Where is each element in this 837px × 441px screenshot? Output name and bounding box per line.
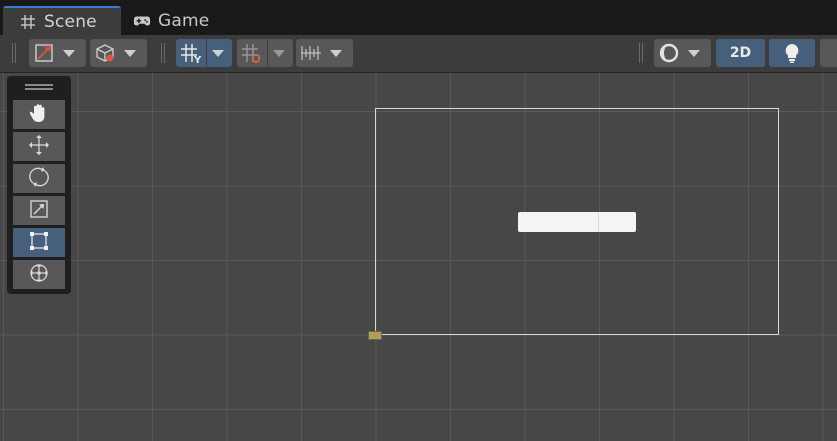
chevron-down-icon: [326, 39, 346, 67]
toolbar-grip-right[interactable]: [639, 43, 643, 63]
chevron-down-icon: [684, 39, 704, 67]
tab-game[interactable]: Game: [131, 6, 241, 35]
tab-game-label: Game: [158, 10, 210, 31]
ui-button-element[interactable]: [518, 212, 636, 232]
move-arrows-icon: [27, 133, 51, 161]
tab-bar: Scene Game: [0, 0, 837, 35]
move-tool-button[interactable]: [13, 132, 65, 161]
grid-visibility-icon: Y: [176, 39, 206, 67]
transform-tool-button[interactable]: [13, 260, 65, 289]
chevron-down-icon: [120, 39, 140, 67]
scene-gizmo-dropdown[interactable]: [90, 39, 147, 67]
scene-audio-toggle[interactable]: [820, 39, 837, 67]
hand-tool-button[interactable]: [13, 100, 65, 129]
chevron-down-icon: [59, 39, 79, 67]
increment-snap-dropdown[interactable]: [296, 39, 353, 67]
shading-dropdown[interactable]: [654, 39, 711, 67]
grid-snap-icon: [237, 39, 267, 67]
rect-tool-button[interactable]: [13, 228, 65, 257]
lightbulb-icon: [777, 39, 807, 67]
draw-mode-dropdown[interactable]: [29, 39, 86, 67]
tool-palette: [7, 76, 71, 294]
scale-tool-button[interactable]: [13, 196, 65, 225]
draw-mode-icon: [29, 39, 59, 67]
chevron-down-icon: [207, 39, 229, 67]
transform-icon: [27, 261, 51, 289]
rotate-tool-button[interactable]: [13, 164, 65, 193]
grid-visibility-dropdown[interactable]: Y: [176, 39, 232, 67]
canvas-origin-gizmo[interactable]: [368, 331, 382, 340]
toggle-2d-button[interactable]: 2D: [716, 39, 765, 67]
palette-grip[interactable]: [25, 84, 53, 90]
scale-icon: [27, 197, 51, 225]
rect-transform-icon: [27, 229, 51, 257]
chevron-down-icon: [268, 39, 290, 67]
scene-lighting-toggle[interactable]: [769, 39, 815, 67]
hand-icon: [27, 101, 51, 129]
scene-cube-icon: [90, 39, 120, 67]
increment-snap-icon: [296, 39, 326, 67]
svg-text:Y: Y: [193, 55, 202, 64]
gamepad-icon: [133, 12, 151, 30]
tab-scene-label: Scene: [44, 11, 97, 32]
tab-scene[interactable]: Scene: [3, 6, 121, 35]
toolbar-grip-left[interactable]: [12, 43, 16, 63]
scene-toolbar: Y 2D: [0, 35, 837, 73]
rotate-icon: [27, 165, 51, 193]
toolbar-grip-mid[interactable]: [161, 43, 165, 63]
grid-snapping-dropdown[interactable]: [237, 39, 293, 67]
shading-sphere-icon: [654, 39, 684, 67]
grid-hash-icon: [19, 13, 37, 31]
